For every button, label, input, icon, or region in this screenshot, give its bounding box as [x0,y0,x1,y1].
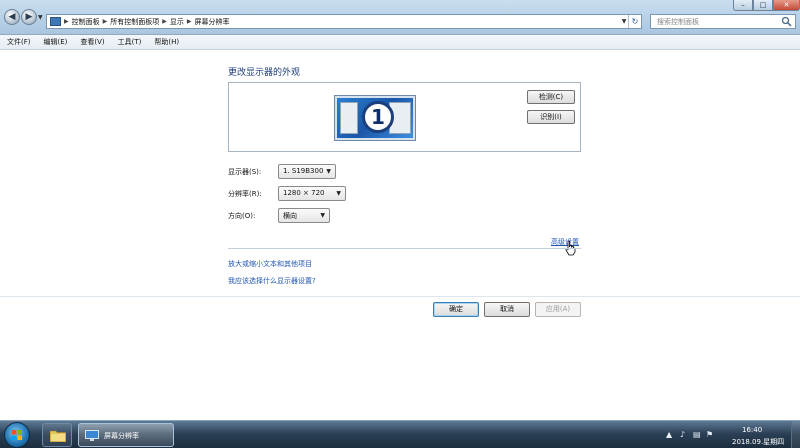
taskbar-app-label: 屏幕分辨率 [104,432,139,440]
breadcrumb-item[interactable]: 所有控制面板项 [110,17,159,27]
show-desktop-button[interactable] [791,421,800,448]
forward-button[interactable]: ▶ [21,9,37,25]
preview-window-icon [340,102,358,134]
taskbar: 屏幕分辨率 ▲ ♪ ▤ ⚑ 16:40 2018.09.星期四 [0,420,800,448]
resolution-select[interactable]: 1280 × 720 ▼ [278,186,346,201]
chevron-down-icon: ▼ [326,168,331,175]
menu-edit[interactable]: 编辑(E) [44,37,68,47]
screen-resolution-panel: 更改显示器的外观 1 检测(C) 识别(I) 显示器(S): 1. S19B30… [0,50,800,296]
menu-view[interactable]: 查看(V) [80,37,104,47]
breadcrumb-separator-icon[interactable]: ▶ [103,18,108,25]
control-panel-icon [50,17,61,26]
search-placeholder: 搜索控制面板 [657,18,699,26]
page-title: 更改显示器的外观 [228,68,301,78]
show-hidden-icons-icon[interactable]: ▲ [666,430,672,439]
chevron-down-icon: ▼ [336,190,341,197]
breadcrumb-separator-icon[interactable]: ▶ [187,18,192,25]
minimize-button[interactable]: – [733,0,753,11]
apply-button[interactable]: 应用(A) [535,302,581,317]
breadcrumb-separator-icon: ▶ [64,18,69,25]
menu-file[interactable]: 文件(F) [7,37,31,47]
resolution-label: 分辨率(R): [228,190,262,198]
footer-divider [0,296,800,297]
folder-icon [50,430,66,442]
search-icon[interactable] [781,16,792,27]
chevron-down-icon: ▼ [320,212,325,219]
window-controls: – □ ✕ [733,0,800,11]
network-icon[interactable]: ▤ [693,430,701,439]
recent-pages-chevron-icon[interactable]: ▼ [38,14,45,22]
section-divider [228,248,581,249]
refresh-icon[interactable]: ↻ [628,15,641,28]
window-titlebar: ◀ ▶ ▼ ▶ 控制面板 ▶ 所有控制面板项 ▶ 显示 ▶ 屏幕分辨率 ▼ ↻ … [0,0,800,35]
display-select[interactable]: 1. S19B300 ▼ [278,164,336,179]
breadcrumb-item[interactable]: 控制面板 [72,17,100,27]
orientation-select-value: 横向 [283,212,297,220]
breadcrumb-item[interactable]: 显示 [170,17,184,27]
detect-button[interactable]: 检测(C) [527,90,575,104]
address-bar[interactable]: ▶ 控制面板 ▶ 所有控制面板项 ▶ 显示 ▶ 屏幕分辨率 ▼ ↻ [46,14,642,29]
monitor-preview-panel: 1 检测(C) 识别(I) [228,82,581,152]
monitor-icon[interactable]: 1 [335,96,415,140]
resolution-select-value: 1280 × 720 [283,189,325,197]
explorer-taskbar-button[interactable] [42,423,72,447]
cancel-button[interactable]: 取消 [484,302,530,317]
clock-time[interactable]: 16:40 [742,426,762,434]
monitor-number-badge: 1 [362,101,394,133]
menu-tools[interactable]: 工具(T) [118,37,142,47]
start-button[interactable] [4,422,30,448]
windows-logo-icon [12,430,22,440]
volume-icon[interactable]: ♪ [680,430,685,439]
text-size-link[interactable]: 放大或缩小文本和其他项目 [228,259,312,269]
breadcrumb-item[interactable]: 屏幕分辨率 [195,17,230,27]
display-label: 显示器(S): [228,168,262,176]
identify-button[interactable]: 识别(I) [527,110,575,124]
orientation-select[interactable]: 横向 ▼ [278,208,330,223]
orientation-label: 方向(O): [228,212,256,220]
breadcrumb-separator-icon[interactable]: ▶ [162,18,167,25]
ok-button[interactable]: 确定 [433,302,479,317]
action-center-flag-icon[interactable]: ⚑ [706,430,713,439]
maximize-button[interactable]: □ [753,0,773,11]
display-settings-icon [85,430,99,441]
system-tray: ▲ ♪ ▤ ⚑ 16:40 2018.09.星期四 [662,421,800,448]
close-button[interactable]: ✕ [773,0,800,11]
menu-help[interactable]: 帮助(H) [154,37,179,47]
clock-date[interactable]: 2018.09.星期四 [732,437,784,447]
display-select-value: 1. S19B300 [283,167,324,175]
which-settings-link[interactable]: 我应该选择什么显示器设置? [228,276,316,286]
screen-resolution-taskbar-button[interactable]: 屏幕分辨率 [78,423,174,447]
back-button[interactable]: ◀ [4,9,20,25]
menu-bar: 文件(F) 编辑(E) 查看(V) 工具(T) 帮助(H) [0,35,800,50]
search-input[interactable]: 搜索控制面板 [650,14,796,29]
